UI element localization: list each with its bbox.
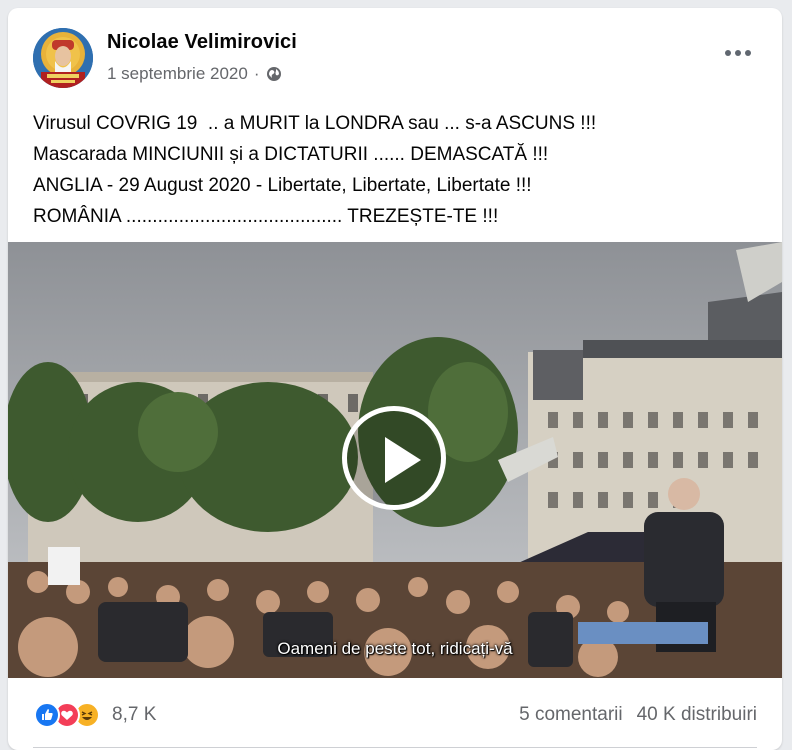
more-options-icon[interactable] (718, 38, 758, 68)
play-icon[interactable] (342, 406, 446, 510)
author-avatar[interactable] (33, 28, 93, 88)
video-caption: Oameni de peste tot, ridicați-vă (277, 639, 513, 658)
post-text-line: ROMÂNIA ................................… (33, 206, 499, 227)
video-player[interactable]: Oameni de peste tot, ridicați-vă (8, 242, 782, 678)
comments-count-link[interactable]: 5 comentarii (519, 704, 623, 726)
meta-separator: · (253, 64, 260, 83)
post-date[interactable]: 1 septembrie 2020 (107, 64, 248, 84)
globe-icon[interactable] (266, 66, 282, 82)
author-name[interactable]: Nicolae Velimirovici (107, 31, 297, 54)
post-text-line: Mascarada MINCIUNII și a DICTATURII ....… (33, 144, 549, 165)
post-text-line: Virusul COVRIG 19 .. a MURIT la LONDRA s… (33, 113, 597, 134)
reactions-summary[interactable]: 8,7 K (34, 702, 156, 728)
post-card: Nicolae Velimirovici 1 septembrie 2020 ·… (8, 8, 782, 750)
post-header: Nicolae Velimirovici 1 septembrie 2020 · (8, 8, 782, 100)
shares-count-link[interactable]: 40 K distribuiri (637, 704, 757, 726)
reaction-count: 8,7 K (112, 704, 157, 725)
post-text-line: ANGLIA - 29 August 2020 - Libertate, Lib… (33, 175, 532, 196)
post-footer: 8,7 K 5 comentarii 40 K distribuiri (8, 680, 782, 750)
post-stats: 5 comentarii 40 K distribuiri (519, 704, 757, 726)
like-icon (34, 702, 60, 728)
footer-divider (33, 747, 757, 748)
post-text: Virusul COVRIG 19 .. a MURIT la LONDRA s… (33, 108, 763, 232)
post-meta: 1 septembrie 2020 · (107, 64, 282, 84)
